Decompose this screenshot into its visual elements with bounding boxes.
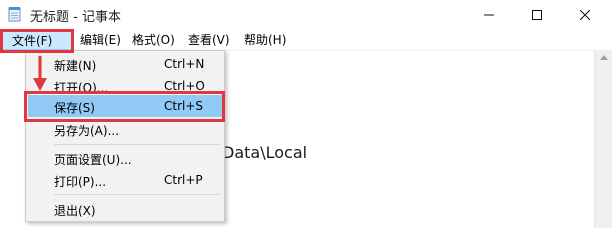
minimize-icon [484, 14, 494, 16]
menu-item-page-setup[interactable]: 页面设置(U)... [28, 147, 222, 169]
menu-item-label: 退出(X) [54, 204, 96, 218]
menu-item-shortcut: Ctrl+N [164, 57, 205, 71]
maximize-button[interactable] [514, 0, 560, 30]
menu-item-label: 新建(N) [54, 59, 97, 73]
menu-format[interactable]: 格式(O) [132, 30, 175, 50]
highlight-file-menu [0, 29, 74, 53]
menu-item-label: 另存为(A)... [54, 124, 120, 138]
window-title: 无标题 - 记事本 [30, 10, 121, 25]
scroll-up-icon[interactable] [600, 55, 608, 60]
file-dropdown-menu: 新建(N) Ctrl+N 打开(O)... Ctrl+O 保存(S) Ctrl+… [25, 50, 225, 222]
notepad-icon [8, 6, 22, 22]
close-icon [580, 10, 590, 20]
menu-separator [54, 194, 220, 195]
close-button[interactable] [562, 0, 608, 30]
arrow-down-icon [33, 56, 47, 91]
menu-item-new[interactable]: 新建(N) Ctrl+N [28, 53, 222, 75]
menu-help[interactable]: 帮助(H) [244, 30, 286, 50]
menu-item-shortcut: Ctrl+P [164, 173, 203, 187]
highlight-save-item [24, 91, 225, 122]
menu-item-label: 打印(P)... [54, 175, 107, 189]
menu-item-print[interactable]: 打印(P)... Ctrl+P [28, 169, 222, 191]
notepad-window: 无标题 - 记事本 文件(F) 编辑(E) 格式(O) 查看(V) 帮助(H) … [0, 0, 612, 228]
menu-separator [54, 144, 220, 145]
vertical-scrollbar[interactable] [594, 51, 612, 228]
menu-view[interactable]: 查看(V) [188, 30, 230, 50]
title-bar: 无标题 - 记事本 [0, 0, 612, 30]
menu-bar: 文件(F) 编辑(E) 格式(O) 查看(V) 帮助(H) [0, 30, 612, 51]
menu-edit[interactable]: 编辑(E) [80, 30, 121, 50]
maximize-icon [532, 10, 542, 20]
menu-item-label: 页面设置(U)... [54, 153, 132, 167]
minimize-button[interactable] [466, 0, 512, 30]
menu-item-exit[interactable]: 退出(X) [28, 198, 222, 220]
editor-text: Data\Local [222, 143, 308, 162]
